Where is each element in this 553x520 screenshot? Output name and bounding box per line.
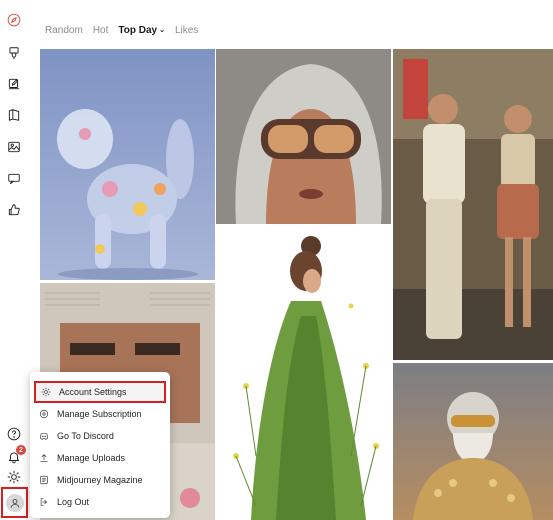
discord-icon xyxy=(39,432,49,440)
menu-item-label: Midjourney Magazine xyxy=(57,475,143,485)
profile-button[interactable] xyxy=(1,487,28,518)
tab-random[interactable]: Random xyxy=(45,25,83,36)
menu-item-label: Manage Uploads xyxy=(57,453,126,463)
tab-likes[interactable]: Likes xyxy=(175,25,198,36)
menu-item-label: Account Settings xyxy=(59,387,127,397)
magazine-icon xyxy=(40,475,48,485)
tab-top-day-label: Top Day xyxy=(118,25,158,36)
menu-item-log-out[interactable]: Log Out xyxy=(34,492,166,512)
sun-icon[interactable] xyxy=(5,468,23,486)
gallery-image-silver-goggles[interactable] xyxy=(216,49,391,224)
thumbs-up-icon[interactable] xyxy=(5,201,23,219)
menu-item-go-to-discord[interactable]: Go To Discord xyxy=(34,426,166,446)
menu-item-manage-subscription[interactable]: Manage Subscription xyxy=(34,404,166,424)
filter-tabs: Random Hot Top Day ⌄ Likes xyxy=(45,25,198,36)
menu-item-midjourney-magazine[interactable]: Midjourney Magazine xyxy=(34,470,166,490)
sidebar: 2 xyxy=(0,0,28,520)
gallery-image-plant-woman[interactable] xyxy=(216,226,391,520)
edit-icon[interactable] xyxy=(5,75,23,93)
gear-icon xyxy=(41,387,51,397)
upload-icon xyxy=(40,454,48,462)
brush-icon[interactable] xyxy=(5,44,23,62)
notification-badge: 2 xyxy=(16,445,26,455)
gallery-image-balloon-dog[interactable] xyxy=(40,49,215,280)
tab-hot[interactable]: Hot xyxy=(93,25,109,36)
gallery-image-street-couple[interactable] xyxy=(393,49,553,360)
image-icon[interactable] xyxy=(5,138,23,156)
menu-item-label: Go To Discord xyxy=(57,431,114,441)
book-icon[interactable] xyxy=(5,106,23,124)
menu-item-label: Manage Subscription xyxy=(57,409,142,419)
logout-icon xyxy=(40,498,47,506)
compass-icon[interactable] xyxy=(5,11,23,29)
help-icon[interactable] xyxy=(5,425,23,443)
tab-top-day[interactable]: Top Day ⌄ xyxy=(118,25,165,36)
chat-icon[interactable] xyxy=(5,170,23,188)
credit-card-icon xyxy=(39,409,49,419)
app-window: 2 Random Hot Top Day ⌄ Likes Account Set… xyxy=(0,0,553,520)
gallery-image-old-man-gold[interactable] xyxy=(393,363,553,520)
bell-icon[interactable]: 2 xyxy=(5,445,26,466)
menu-item-manage-uploads[interactable]: Manage Uploads xyxy=(34,448,166,468)
chevron-down-icon: ⌄ xyxy=(159,27,165,34)
menu-item-label: Log Out xyxy=(57,497,90,507)
avatar xyxy=(5,493,24,512)
user-icon xyxy=(10,498,19,508)
menu-item-account-settings[interactable]: Account Settings xyxy=(34,381,166,403)
account-menu: Account Settings Manage Subscription Go … xyxy=(30,372,170,518)
